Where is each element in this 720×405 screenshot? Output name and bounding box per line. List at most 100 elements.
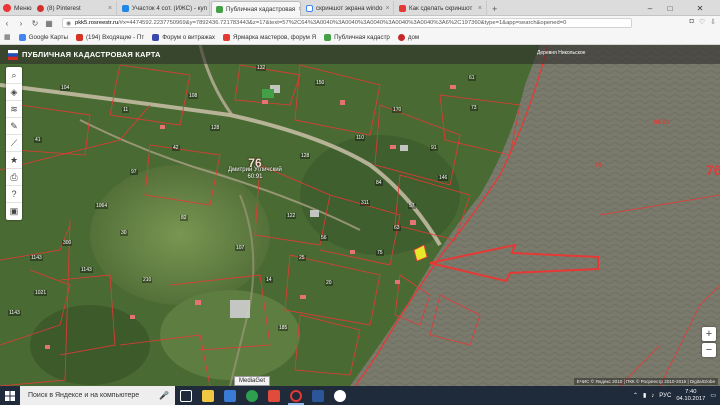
parcel-label[interactable]: 41 (34, 137, 42, 143)
parcel-label[interactable]: 73 (470, 105, 478, 111)
tab-how-to-screenshot[interactable]: Как сделать скриншот × (395, 1, 487, 16)
parcel-label[interactable]: 128 (210, 125, 221, 131)
apps-grid-icon[interactable]: ▦ (4, 33, 11, 41)
parcel-label[interactable]: 210 (142, 277, 153, 283)
zoom-out-button[interactable]: − (702, 343, 716, 357)
parcel-label[interactable]: 146 (438, 175, 449, 181)
tray-arrow-icon[interactable]: ⌃ (633, 392, 638, 399)
parcel-label[interactable]: 1143 (8, 310, 21, 316)
bookmark-stained-glass-forum[interactable]: Форум о витражах (152, 33, 215, 41)
volume-icon[interactable]: ♪ (651, 393, 654, 399)
parcel-label[interactable]: 20 (325, 280, 333, 286)
url-field[interactable]: ◉ pkk5.rosreestr.ru/#x=4474592.223775096… (62, 18, 632, 28)
close-tab-icon[interactable]: × (385, 5, 389, 12)
reload-icon[interactable]: ↻ (28, 16, 42, 30)
parcel-label[interactable]: 91 (430, 145, 438, 151)
tab-screenshot-search[interactable]: скриншот экрана windo × (302, 1, 394, 16)
bookmark-heart-icon[interactable]: ♡ (699, 18, 705, 26)
bookmark-craft-fair[interactable]: Ярмарка мастеров, форум Я (223, 33, 316, 41)
star-icon[interactable]: ★ (6, 152, 22, 169)
taskbar-app-yandex[interactable] (329, 386, 351, 405)
camera-icon[interactable]: ◘ (690, 18, 694, 26)
search-icon[interactable]: ⌕ (6, 67, 22, 84)
tab-listing[interactable]: Участок 4 сот. (ИЖС) - куп × (118, 1, 210, 16)
language-indicator[interactable]: РУС (659, 393, 671, 399)
parcel-label[interactable]: 1143 (30, 255, 43, 261)
parcel-label[interactable]: 1064 (95, 203, 109, 209)
site-info-icon[interactable]: ◉ (66, 20, 71, 27)
tab-cadastral-map[interactable]: Публичная кадастровая × (211, 1, 301, 16)
print-icon[interactable]: ⎙ (6, 169, 22, 186)
bookmark-google-maps[interactable]: Google Карты (18, 33, 68, 41)
help-icon[interactable]: ? (6, 186, 22, 203)
parcel-label[interactable]: 82 (180, 215, 188, 221)
bookmark-cadastral[interactable]: Публичная кадастр (324, 33, 390, 41)
speed-dial-icon[interactable]: ▦ (42, 16, 56, 30)
new-tab-button[interactable]: + (488, 1, 502, 16)
parcel-label[interactable]: 97 (130, 169, 138, 175)
clock-time: 7:40 (685, 388, 697, 395)
parcel-label[interactable]: 185 (278, 325, 289, 331)
parcel-label[interactable]: 150 (315, 80, 326, 86)
close-tab-icon[interactable]: × (298, 6, 300, 13)
minimize-window-button[interactable]: – (640, 0, 660, 16)
parcel-label[interactable]: 63 (393, 225, 401, 231)
parcel-label[interactable]: 311 (360, 200, 370, 206)
parcel-label[interactable]: 84 (375, 180, 383, 186)
taskbar-search-input[interactable]: Поиск в Яндексе и на компьютере 🎤 (20, 386, 175, 405)
parcel-label[interactable]: 57 (408, 203, 416, 209)
parcel-label[interactable]: 14 (265, 277, 273, 283)
parcel-label[interactable]: 128 (300, 153, 311, 159)
ruler-icon[interactable]: ⟋ (6, 135, 22, 152)
taskbar-app-word[interactable] (307, 386, 329, 405)
clock[interactable]: 7:40 04.10.2017 (676, 389, 705, 403)
close-tab-icon[interactable]: × (108, 5, 112, 12)
close-window-button[interactable]: ✕ (680, 0, 720, 16)
parcel-label[interactable]: 110 (355, 135, 365, 141)
bookmark-inbox[interactable]: (194) Входящие - Пт (75, 33, 144, 41)
task-view-button[interactable] (175, 386, 197, 405)
parcel-label[interactable]: 132 (256, 65, 267, 71)
browser-menu-button[interactable]: Меню (0, 0, 32, 16)
cadastral-quarter-label[interactable]: 76 Дмитрий Угличский 60:91 (228, 157, 282, 181)
taskbar-app-store[interactable] (219, 386, 241, 405)
pencil-icon[interactable]: ✎ (6, 118, 22, 135)
craft-fair-icon (223, 33, 231, 41)
layers-icon[interactable]: ◈ (6, 84, 22, 101)
parcel-label[interactable]: 108 (188, 93, 199, 99)
parcel-label[interactable]: 76 (595, 163, 602, 169)
cadastral-map[interactable]: ПУБЛИЧНАЯ КАДАСТРОВАЯ КАРТА ⌕ ◈ ≋ ✎ ⟋ ★ … (0, 45, 720, 386)
maximize-window-button[interactable]: □ (660, 0, 680, 16)
parcel-label[interactable]: 25 (298, 255, 306, 261)
parcel-label[interactable]: 56 (320, 235, 328, 241)
download-icon[interactable]: ⇩ (710, 18, 716, 26)
notifications-icon[interactable]: ▭ (710, 392, 716, 399)
forward-icon[interactable]: › (14, 16, 28, 30)
parcel-label[interactable]: 300 (62, 240, 73, 246)
tab-pinterest[interactable]: (8) Pinterest × (33, 1, 117, 16)
start-button[interactable] (0, 386, 20, 405)
close-tab-icon[interactable]: × (478, 5, 482, 12)
stack-icon[interactable]: ≋ (6, 101, 22, 118)
settings-icon[interactable]: ▣ (6, 203, 22, 220)
parcel-label[interactable]: 30 (120, 230, 128, 236)
parcel-label[interactable]: 42 (172, 145, 180, 151)
parcel-label[interactable]: 122 (286, 213, 297, 219)
zoom-in-button[interactable]: + (702, 327, 716, 341)
network-icon[interactable]: ▮ (643, 392, 646, 399)
parcel-label[interactable]: 61 (468, 75, 476, 81)
parcel-label[interactable]: 75 (376, 250, 384, 256)
microphone-icon[interactable]: 🎤 (159, 391, 169, 400)
parcel-label[interactable]: 1021 (34, 290, 48, 296)
taskbar-app-photos[interactable] (263, 386, 285, 405)
taskbar-app-explorer[interactable] (197, 386, 219, 405)
parcel-label[interactable]: 104 (60, 85, 71, 91)
back-icon[interactable]: ‹ (0, 16, 14, 30)
taskbar-app-opera[interactable] (285, 386, 307, 405)
parcel-label[interactable]: 1143 (80, 267, 93, 273)
parcel-label[interactable]: 170 (392, 107, 403, 113)
taskbar-app-mediaget[interactable] (241, 386, 263, 405)
bookmark-house[interactable]: дом (397, 33, 419, 41)
parcel-label[interactable]: 107 (235, 245, 246, 251)
parcel-label[interactable]: 11 (122, 107, 130, 113)
